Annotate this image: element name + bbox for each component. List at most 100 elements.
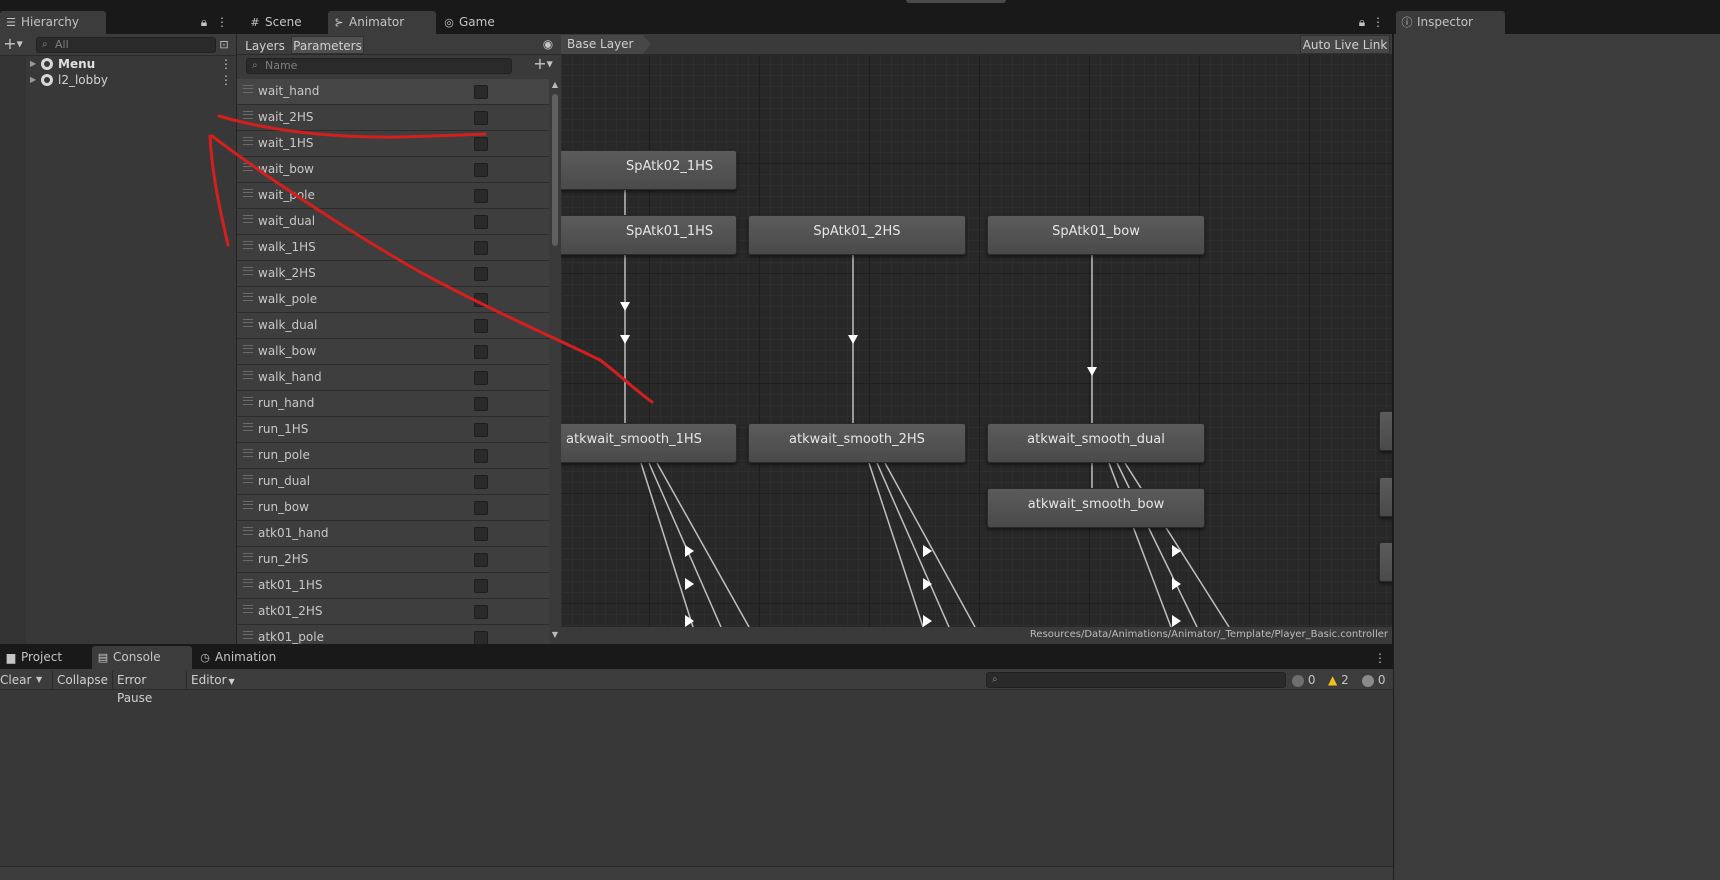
drag-handle-icon[interactable] [243, 189, 253, 197]
parameter-bool-checkbox[interactable] [474, 163, 488, 177]
parameter-bool-checkbox[interactable] [474, 579, 488, 593]
error-pause-button[interactable]: Error Pause [112, 671, 184, 705]
state-node-atkwait-smooth-2hs[interactable]: atkwait_smooth_2HS [748, 423, 966, 463]
state-node-spatk01-1hs[interactable]: SpAtk01_1HS [561, 215, 737, 255]
clear-dropdown-icon[interactable]: ▼ [36, 671, 48, 689]
hierarchy-item-l2-lobby[interactable]: ▶ l2_lobby ⋮ [0, 72, 236, 88]
parameter-bool-checkbox[interactable] [474, 423, 488, 437]
parameter-bool-checkbox[interactable] [474, 371, 488, 385]
drag-handle-icon[interactable] [243, 397, 253, 405]
parameter-row[interactable]: wait_pole [237, 183, 549, 209]
subtab-layers[interactable]: Layers [240, 36, 290, 54]
kebab-icon[interactable]: ⋮ [220, 72, 232, 88]
drag-handle-icon[interactable] [243, 501, 253, 509]
parameter-bool-checkbox[interactable] [474, 215, 488, 229]
tab-project[interactable]: ▆ Project [0, 646, 92, 669]
state-node-atkwait-smooth-1hs[interactable]: atkwait_smooth_1HS [561, 423, 737, 463]
parameter-bool-checkbox[interactable] [474, 111, 488, 125]
collapse-button[interactable]: Collapse [52, 671, 112, 689]
parameter-row[interactable]: run_dual [237, 469, 549, 495]
add-parameter-plus-icon[interactable]: +▼ [528, 56, 558, 73]
parameter-row[interactable]: wait_dual [237, 209, 549, 235]
tab-animator[interactable]: ⊱ Animator [328, 11, 436, 34]
scrollbar-thumb[interactable] [552, 94, 558, 246]
state-node-offscreen[interactable] [1379, 477, 1392, 517]
drag-handle-icon[interactable] [243, 475, 253, 483]
lock-icon[interactable]: 🔒︎ [198, 14, 210, 30]
eye-icon[interactable]: ◉ [540, 36, 556, 52]
drag-handle-icon[interactable] [243, 345, 253, 353]
drag-handle-icon[interactable] [243, 215, 253, 223]
parameter-bool-checkbox[interactable] [474, 553, 488, 567]
kebab-icon[interactable]: ⋮ [220, 56, 232, 72]
parameter-row[interactable]: walk_bow [237, 339, 549, 365]
parameter-row[interactable]: run_hand [237, 391, 549, 417]
parameter-row[interactable]: run_1HS [237, 417, 549, 443]
console-clear-button[interactable]: Clear [0, 671, 34, 689]
parameter-row[interactable]: atk01_1HS [237, 573, 549, 599]
drag-handle-icon[interactable] [243, 371, 253, 379]
drag-handle-icon[interactable] [243, 111, 253, 119]
parameter-bool-checkbox[interactable] [474, 631, 488, 645]
warning-count-toggle[interactable]: ▲ 2 [1328, 671, 1358, 689]
center-kebab-icon[interactable]: ⋮ [1372, 14, 1384, 30]
hierarchy-kebab-icon[interactable]: ⋮ [216, 14, 228, 30]
drag-handle-icon[interactable] [243, 241, 253, 249]
parameter-scrollbar[interactable]: ▲ ▼ [549, 80, 561, 644]
tab-scene[interactable]: # Scene [244, 11, 328, 34]
scroll-down-icon[interactable]: ▼ [550, 630, 560, 639]
parameter-bool-checkbox[interactable] [474, 501, 488, 515]
console-kebab-icon[interactable]: ⋮ [1374, 650, 1386, 666]
state-node-offscreen[interactable] [1379, 542, 1392, 582]
auto-live-link-button[interactable]: Auto Live Link [1300, 35, 1390, 54]
drag-handle-icon[interactable] [243, 527, 253, 535]
drag-handle-icon[interactable] [243, 85, 253, 93]
parameter-bool-checkbox[interactable] [474, 319, 488, 333]
editor-dropdown[interactable]: Editor ▼ [186, 671, 236, 689]
tab-console[interactable]: ▤ Console [92, 646, 192, 669]
hierarchy-item-menu[interactable]: ▶ Menu ⋮ [0, 56, 236, 72]
state-node-spatk01-bow[interactable]: SpAtk01_bow [987, 215, 1205, 255]
search-scene-icon[interactable]: ⊡ [217, 37, 231, 53]
info-count-toggle[interactable]: 0 [1292, 671, 1322, 689]
parameter-bool-checkbox[interactable] [474, 345, 488, 359]
parameter-search-input[interactable]: ⌕ Name [246, 58, 512, 74]
console-search-input[interactable]: ⌕ [986, 672, 1286, 688]
parameter-row[interactable]: atk01_hand [237, 521, 549, 547]
tab-animation[interactable]: ◷ Animation [194, 646, 298, 669]
parameter-bool-checkbox[interactable] [474, 475, 488, 489]
hierarchy-search-input[interactable]: ⌕ All [36, 37, 216, 53]
parameter-bool-checkbox[interactable] [474, 293, 488, 307]
lock-icon[interactable]: 🔒︎ [1356, 14, 1368, 30]
state-node-spatk02-1hs[interactable]: SpAtk02_1HS [561, 150, 737, 190]
drag-handle-icon[interactable] [243, 267, 253, 275]
add-plus-icon[interactable]: +▼ [1, 36, 25, 53]
parameter-row[interactable]: walk_hand [237, 365, 549, 391]
tab-game[interactable]: ◎ Game [438, 11, 522, 34]
parameter-row[interactable]: wait_bow [237, 157, 549, 183]
parameter-row[interactable]: wait_hand [237, 79, 549, 105]
state-node-offscreen[interactable] [1379, 411, 1392, 451]
state-node-spatk01-2hs[interactable]: SpAtk01_2HS [748, 215, 966, 255]
drag-handle-icon[interactable] [243, 605, 253, 613]
parameter-bool-checkbox[interactable] [474, 527, 488, 541]
tab-inspector[interactable]: ⓘ Inspector [1396, 11, 1505, 34]
parameter-bool-checkbox[interactable] [474, 267, 488, 281]
parameter-row[interactable]: run_pole [237, 443, 549, 469]
parameter-row[interactable]: wait_1HS [237, 131, 549, 157]
drag-handle-icon[interactable] [243, 449, 253, 457]
parameter-bool-checkbox[interactable] [474, 605, 488, 619]
expand-arrow-icon[interactable]: ▶ [30, 56, 36, 72]
parameter-bool-checkbox[interactable] [474, 241, 488, 255]
parameter-bool-checkbox[interactable] [474, 449, 488, 463]
parameter-row[interactable]: run_2HS [237, 547, 549, 573]
parameter-row[interactable]: walk_1HS [237, 235, 549, 261]
error-count-toggle[interactable]: 0 [1362, 671, 1392, 689]
state-node-atkwait-smooth-dual[interactable]: atkwait_smooth_dual [987, 423, 1205, 463]
state-node-atkwait-smooth-bow[interactable]: atkwait_smooth_bow [987, 488, 1205, 528]
tab-hierarchy[interactable]: ☰ Hierarchy [0, 11, 106, 34]
drag-handle-icon[interactable] [243, 579, 253, 587]
subtab-parameters[interactable]: Parameters [291, 36, 364, 54]
parameter-row[interactable]: walk_dual [237, 313, 549, 339]
parameter-bool-checkbox[interactable] [474, 137, 488, 151]
